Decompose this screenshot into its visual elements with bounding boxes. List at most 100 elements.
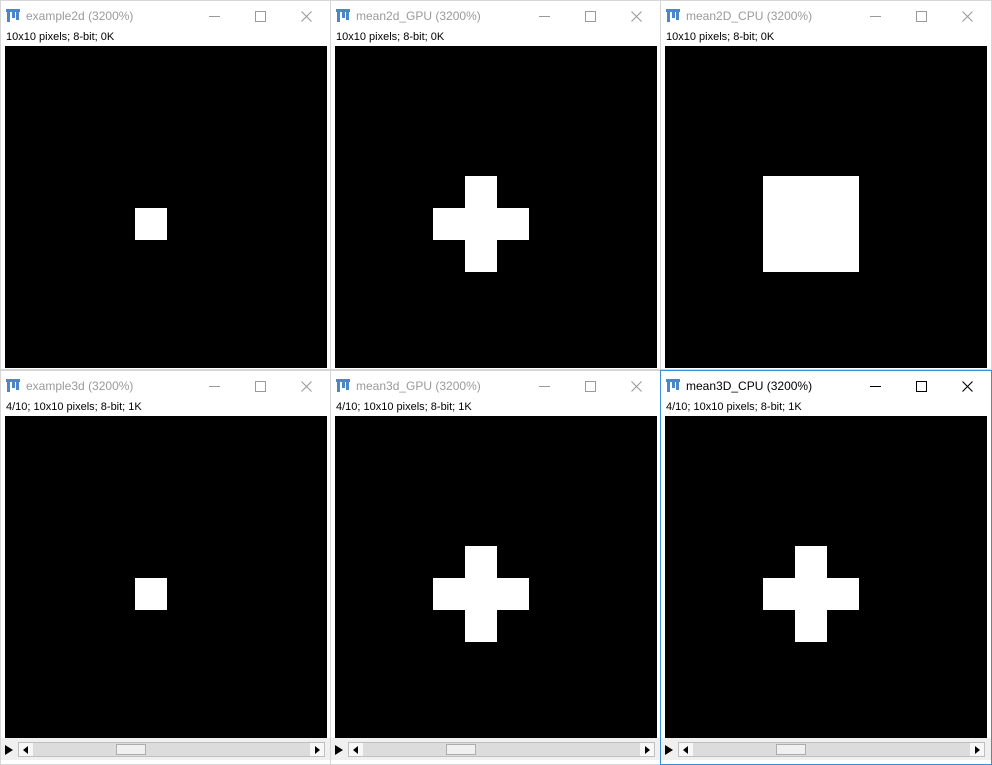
image-info: 10x10 pixels; 8-bit; 0K (666, 31, 775, 43)
maximize-button[interactable] (568, 4, 612, 28)
white-pixel (465, 578, 497, 610)
scroll-right-button[interactable] (970, 743, 984, 756)
minimize-button[interactable] (192, 374, 236, 398)
white-pixel (795, 578, 827, 610)
image-window-example2d: example2d (3200%) 10x10 pixels; 8-bit; 0K (0, 0, 331, 370)
zoom-level: (3200%) (766, 379, 813, 393)
play-button[interactable] (334, 743, 344, 755)
white-pixel (795, 176, 827, 208)
minimize-button[interactable] (192, 4, 236, 28)
image-info: 4/10; 10x10 pixels; 8-bit; 1K (336, 401, 472, 413)
zoom-level: (3200%) (435, 379, 481, 393)
title-bar[interactable]: mean3d_GPU (3200%) (331, 371, 660, 401)
window-title-text: mean2D_CPU (3200%) (686, 9, 812, 23)
image-window-mean3d-gpu: mean3d_GPU (3200%) 4/10; 10x10 pixels; 8-… (330, 370, 661, 765)
white-pixel (795, 610, 827, 642)
play-icon (664, 743, 674, 760)
window-title: example2d (26, 9, 85, 23)
maximize-button[interactable] (238, 4, 282, 28)
image-canvas[interactable] (665, 46, 987, 368)
image-info: 10x10 pixels; 8-bit; 0K (336, 31, 445, 43)
window-title-text: mean3d_GPU (3200%) (356, 379, 481, 393)
minimize-button[interactable] (522, 374, 566, 398)
white-pixel (465, 208, 497, 240)
white-pixel (795, 208, 827, 240)
title-bar[interactable]: mean3D_CPU (3200%) (661, 371, 991, 401)
maximize-button[interactable] (899, 374, 943, 398)
maximize-button[interactable] (568, 374, 612, 398)
close-button[interactable] (614, 4, 658, 28)
white-pixel (465, 610, 497, 642)
window-title: mean3d_GPU (356, 379, 433, 393)
image-canvas[interactable] (335, 46, 657, 368)
scroll-right-button[interactable] (640, 743, 654, 756)
scroll-right-button[interactable] (310, 743, 324, 756)
image-info: 10x10 pixels; 8-bit; 0K (6, 31, 115, 43)
slice-scroll-thumb[interactable] (776, 744, 806, 755)
white-pixel (135, 208, 167, 240)
slice-scrollbar[interactable] (348, 742, 655, 757)
stack-slice-bar (1, 738, 330, 760)
image-window-mean2d-cpu: mean2D_CPU (3200%) 10x10 pixels; 8-bit; 0… (660, 0, 992, 370)
image-canvas[interactable] (665, 416, 987, 738)
slice-scrollbar[interactable] (678, 742, 985, 757)
white-pixel (763, 208, 795, 240)
scroll-left-button[interactable] (19, 743, 33, 756)
white-pixel (827, 176, 859, 208)
image-window-mean3d-cpu: mean3D_CPU (3200%) 4/10; 10x10 pixels; 8-… (660, 370, 992, 765)
window-title: mean2D_CPU (686, 9, 764, 23)
imagej-icon (666, 379, 680, 393)
close-button[interactable] (614, 374, 658, 398)
zoom-level: (3200%) (88, 9, 134, 23)
window-title-text: example2d (3200%) (26, 9, 133, 23)
close-button[interactable] (945, 4, 989, 28)
image-window-example3d: example3d (3200%) 4/10; 10x10 pixels; 8-b… (0, 370, 331, 765)
image-canvas[interactable] (335, 416, 657, 738)
window-title: mean3D_CPU (686, 379, 764, 393)
scroll-left-button[interactable] (679, 743, 693, 756)
play-button[interactable] (664, 743, 674, 755)
play-icon (4, 743, 14, 760)
minimize-button[interactable] (853, 374, 897, 398)
title-bar[interactable]: example3d (3200%) (1, 371, 330, 401)
window-title: mean2d_GPU (356, 9, 433, 23)
minimize-button[interactable] (522, 4, 566, 28)
window-title-text: mean3D_CPU (3200%) (686, 379, 812, 393)
maximize-button[interactable] (899, 4, 943, 28)
white-pixel (827, 208, 859, 240)
close-button[interactable] (284, 4, 328, 28)
title-bar[interactable]: example2d (3200%) (1, 1, 330, 31)
image-window-mean2d-gpu: mean2d_GPU (3200%) 10x10 pixels; 8-bit; 0… (330, 0, 661, 370)
image-canvas[interactable] (5, 46, 327, 368)
white-pixel (795, 240, 827, 272)
imagej-icon (666, 9, 680, 23)
image-canvas[interactable] (5, 416, 327, 738)
play-button[interactable] (4, 743, 14, 755)
close-button[interactable] (945, 374, 989, 398)
white-pixel (763, 578, 795, 610)
zoom-level: (3200%) (435, 9, 481, 23)
window-title-text: mean2d_GPU (3200%) (356, 9, 481, 23)
maximize-button[interactable] (238, 374, 282, 398)
minimize-button[interactable] (853, 4, 897, 28)
stack-slice-bar (661, 738, 991, 760)
title-bar[interactable]: mean2d_GPU (3200%) (331, 1, 660, 31)
slice-scrollbar[interactable] (18, 742, 325, 757)
imagej-icon (336, 379, 350, 393)
title-bar[interactable]: mean2D_CPU (3200%) (661, 1, 991, 31)
white-pixel (763, 176, 795, 208)
slice-scroll-thumb[interactable] (446, 744, 476, 755)
close-button[interactable] (284, 374, 328, 398)
image-info: 4/10; 10x10 pixels; 8-bit; 1K (666, 401, 802, 413)
white-pixel (827, 578, 859, 610)
white-pixel (465, 240, 497, 272)
stack-slice-bar (331, 738, 660, 760)
window-title: example3d (26, 379, 85, 393)
white-pixel (795, 546, 827, 578)
white-pixel (827, 240, 859, 272)
scroll-left-button[interactable] (349, 743, 363, 756)
zoom-level: (3200%) (88, 379, 134, 393)
window-title-text: example3d (3200%) (26, 379, 133, 393)
white-pixel (497, 208, 529, 240)
slice-scroll-thumb[interactable] (116, 744, 146, 755)
